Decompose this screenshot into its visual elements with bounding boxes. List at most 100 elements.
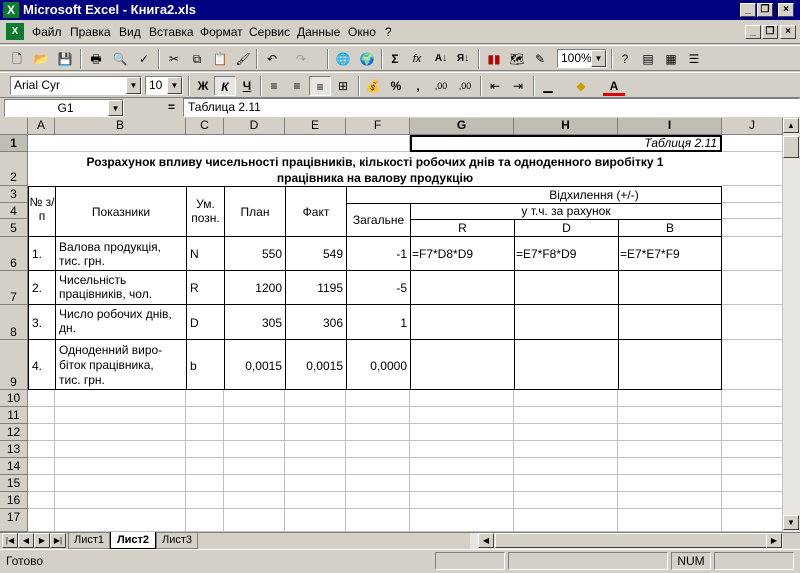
row-header-10[interactable]: 10: [0, 390, 28, 407]
row9-number[interactable]: 4.: [28, 339, 56, 390]
empty-cell[interactable]: [618, 475, 722, 492]
empty-cell[interactable]: [224, 390, 285, 407]
hyperlink-icon[interactable]: 🌐: [332, 49, 354, 69]
row6-total[interactable]: -1: [346, 236, 411, 271]
row-header-12[interactable]: 12: [0, 424, 28, 441]
copy-icon[interactable]: ⧉: [186, 49, 208, 69]
empty-cell[interactable]: [410, 441, 514, 458]
row7-fact[interactable]: 1195: [285, 270, 347, 305]
menu-file[interactable]: Файл: [32, 25, 62, 39]
empty-cell[interactable]: [28, 475, 55, 492]
empty-cell[interactable]: [514, 492, 618, 509]
zoom-select[interactable]: 100% ▼: [557, 49, 607, 68]
row9-r[interactable]: [410, 339, 515, 390]
cell-j9[interactable]: [722, 340, 783, 390]
empty-cell[interactable]: [186, 407, 224, 424]
bold-button[interactable]: Ж: [192, 76, 214, 96]
row6-r[interactable]: =F7*D8*D9: [410, 236, 515, 271]
row-header-2[interactable]: 2: [0, 152, 28, 186]
empty-cell[interactable]: [28, 407, 55, 424]
cell-j8[interactable]: [722, 305, 783, 340]
empty-cell[interactable]: [514, 441, 618, 458]
empty-cell[interactable]: [514, 475, 618, 492]
col-header-d[interactable]: D: [224, 118, 285, 135]
menu-data[interactable]: Данные: [297, 25, 340, 39]
empty-cell[interactable]: [224, 458, 285, 475]
print-preview-icon[interactable]: 🔍: [109, 49, 131, 69]
empty-cell[interactable]: [28, 390, 55, 407]
sheet-tab-3[interactable]: Лист3: [156, 533, 198, 549]
spreadsheet-grid[interactable]: A B C D E F G H I J 1 2 3 4 5 6 7 8 9 10…: [0, 118, 800, 532]
empty-cell[interactable]: [285, 458, 346, 475]
row7-total[interactable]: -5: [346, 270, 411, 305]
workbook-icon[interactable]: X: [6, 23, 24, 40]
empty-cell[interactable]: [186, 475, 224, 492]
empty-cell[interactable]: [28, 509, 55, 532]
empty-cell[interactable]: [618, 458, 722, 475]
empty-cell[interactable]: [285, 475, 346, 492]
row9-plan[interactable]: 0,0015: [224, 339, 286, 390]
empty-cell[interactable]: [514, 458, 618, 475]
underline-button[interactable]: Ч: [236, 76, 258, 96]
empty-cell[interactable]: [285, 509, 346, 532]
next-sheet-icon[interactable]: ▶: [34, 533, 50, 548]
empty-cell[interactable]: [285, 441, 346, 458]
borders-icon[interactable]: ▁: [537, 76, 559, 96]
row-header-11[interactable]: 11: [0, 407, 28, 424]
font-select[interactable]: Arial Cyr ▼: [10, 76, 142, 95]
freeze-icon[interactable]: ▦: [660, 49, 682, 69]
merge-center-icon[interactable]: ⊞: [332, 76, 354, 96]
form-icon[interactable]: ▤: [637, 49, 659, 69]
empty-cell[interactable]: [224, 475, 285, 492]
empty-cell[interactable]: [224, 509, 285, 532]
empty-cell[interactable]: [346, 390, 410, 407]
empty-cell[interactable]: [55, 492, 186, 509]
empty-cell[interactable]: [722, 458, 783, 475]
menu-tools[interactable]: Сервис: [249, 25, 290, 39]
empty-cell[interactable]: [186, 390, 224, 407]
row7-number[interactable]: 2.: [28, 270, 56, 305]
empty-cell[interactable]: [186, 458, 224, 475]
empty-cell[interactable]: [285, 407, 346, 424]
empty-cell[interactable]: [186, 424, 224, 441]
last-sheet-icon[interactable]: ▶|: [50, 533, 66, 548]
empty-cell[interactable]: [55, 475, 186, 492]
sheet-tab-1[interactable]: Лист1: [68, 533, 110, 549]
empty-cell[interactable]: [346, 475, 410, 492]
increase-decimal-button[interactable]: ,00: [430, 76, 452, 96]
row7-b[interactable]: [618, 270, 722, 305]
row9-b[interactable]: [618, 339, 722, 390]
chevron-down-icon[interactable]: ▼: [126, 77, 141, 94]
align-left-icon[interactable]: ≡: [263, 76, 285, 96]
row8-unit[interactable]: D: [186, 304, 225, 340]
row-header-17[interactable]: 17: [0, 509, 28, 532]
chevron-down-icon[interactable]: ▼: [108, 100, 123, 116]
empty-cell[interactable]: [346, 424, 410, 441]
row-header-14[interactable]: 14: [0, 458, 28, 475]
percent-button[interactable]: %: [385, 76, 407, 96]
empty-cell[interactable]: [618, 424, 722, 441]
row8-d[interactable]: [514, 304, 619, 340]
empty-cell[interactable]: [410, 424, 514, 441]
row7-unit[interactable]: R: [186, 270, 225, 305]
empty-cell[interactable]: [410, 509, 514, 532]
chevron-down-icon[interactable]: ▼: [167, 77, 182, 94]
empty-cell[interactable]: [346, 458, 410, 475]
empty-cell[interactable]: [618, 407, 722, 424]
empty-cell[interactable]: [722, 424, 783, 441]
col-header-f[interactable]: F: [346, 118, 410, 135]
empty-cell[interactable]: [55, 458, 186, 475]
col-header-b[interactable]: B: [55, 118, 186, 135]
h-scroll-thumb[interactable]: [495, 533, 770, 548]
select-all-corner[interactable]: [0, 118, 28, 135]
menu-edit[interactable]: Правка: [70, 25, 111, 39]
row-header-3[interactable]: 3: [0, 186, 28, 203]
row-header-6[interactable]: 6: [0, 237, 28, 271]
row6-d[interactable]: =E7*F8*D9: [514, 236, 619, 271]
font-size-select[interactable]: 10 ▼: [145, 76, 183, 95]
decrease-indent-icon[interactable]: ⇤: [484, 76, 506, 96]
empty-cell[interactable]: [722, 407, 783, 424]
empty-cell[interactable]: [722, 475, 783, 492]
empty-cell[interactable]: [224, 492, 285, 509]
row-header-7[interactable]: 7: [0, 271, 28, 305]
